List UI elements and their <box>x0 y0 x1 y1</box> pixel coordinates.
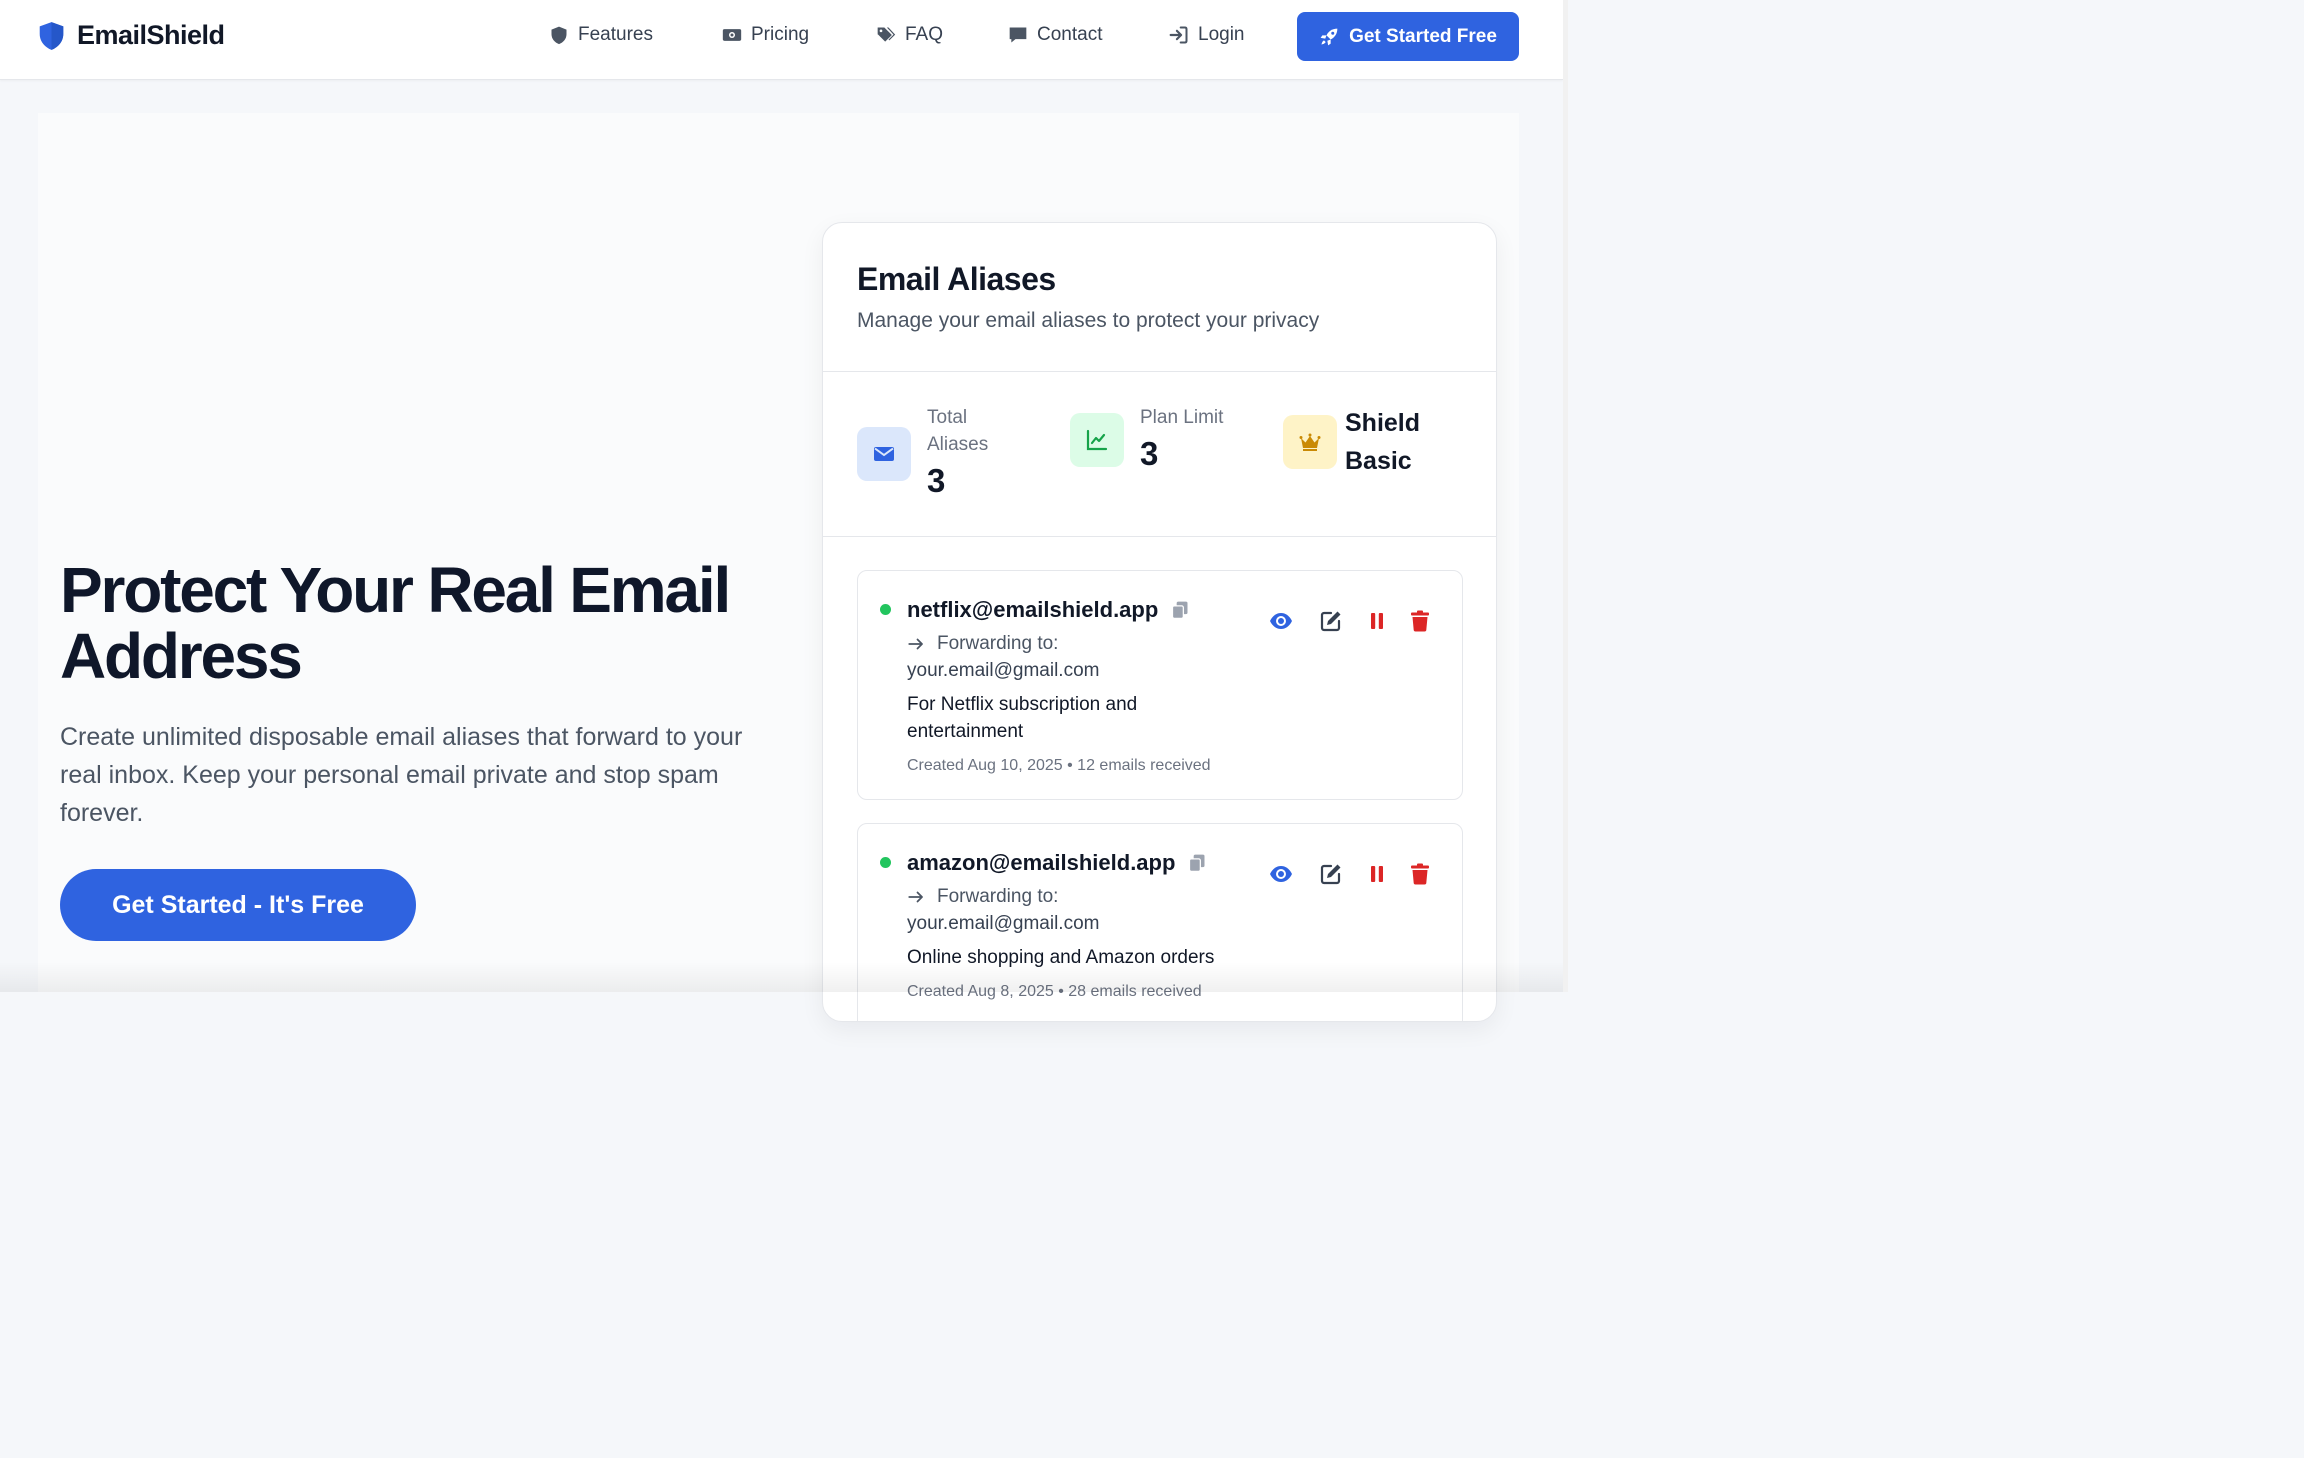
top-navbar: EmailShield Features Pricing FAQ Contact <box>0 0 1563 80</box>
card-subtitle: Manage your email aliases to protect you… <box>857 309 1320 332</box>
stat-total-label: Total Aliases <box>927 407 989 455</box>
hero-subtitle: Create unlimited disposable email aliase… <box>60 723 743 827</box>
alias-actions <box>1268 608 1438 634</box>
pause-button[interactable] <box>1364 608 1390 634</box>
edit-button[interactable] <box>1318 861 1344 887</box>
stat-limit-label: Plan Limit <box>1140 407 1224 428</box>
pause-icon <box>1371 866 1383 882</box>
get-started-free-label: Get Started Free <box>1349 25 1497 47</box>
alias-address-row: netflix@emailshield.app <box>907 597 1190 623</box>
edit-icon <box>1320 864 1341 885</box>
pause-button[interactable] <box>1364 861 1390 887</box>
forwarding-row: Forwarding to: <box>907 886 1058 908</box>
stat-limit-icon-box <box>1070 413 1124 467</box>
alias-meta: Created Aug 10, 2025 • 12 emails receive… <box>907 757 1211 774</box>
delete-button[interactable] <box>1407 861 1433 887</box>
envelope-icon <box>874 447 894 461</box>
forwarding-row: Forwarding to: <box>907 633 1058 655</box>
nav-faq-label: FAQ <box>905 24 944 45</box>
tags-icon <box>877 27 896 42</box>
eye-icon <box>1270 866 1292 882</box>
trash-icon <box>1411 863 1429 885</box>
nav-pricing-link[interactable]: Pricing <box>722 24 809 46</box>
hero-get-started-button[interactable]: Get Started - It's Free <box>60 869 416 941</box>
nav-contact-link[interactable]: Contact <box>1008 24 1102 46</box>
edit-button[interactable] <box>1318 608 1344 634</box>
brand-logo[interactable]: EmailShield <box>38 20 225 51</box>
alias-address: amazon@emailshield.app <box>907 850 1176 875</box>
eye-icon <box>1270 613 1292 629</box>
hero-title: Protect Your Real Email Address <box>60 554 731 692</box>
alias-meta: Created Aug 8, 2025 • 28 emails received <box>907 983 1202 1000</box>
rocket-icon <box>1320 28 1338 45</box>
brand-name: EmailShield <box>77 20 225 50</box>
stat-limit-value: 3 <box>1140 435 1159 472</box>
forwarding-target: your.email@gmail.com <box>907 913 1100 934</box>
shield-icon <box>551 26 567 45</box>
nav-contact-label: Contact <box>1037 24 1103 45</box>
status-dot <box>880 857 891 868</box>
scrollbar-track[interactable] <box>1563 0 1568 992</box>
alias-description: Online shopping and Amazon orders <box>907 947 1215 968</box>
copy-icon[interactable] <box>1187 853 1207 873</box>
stat-total-value: 3 <box>927 462 946 499</box>
alias-actions <box>1268 861 1438 887</box>
view-button[interactable] <box>1268 608 1294 634</box>
shield-icon <box>39 21 64 50</box>
stat-plan-value: Shield Basic <box>1345 409 1421 475</box>
stat-plan-icon-box <box>1283 415 1337 469</box>
nav-login-label: Login <box>1198 24 1245 45</box>
alias-address-row: amazon@emailshield.app <box>907 850 1207 876</box>
arrow-right-icon <box>908 638 923 650</box>
nav-faq-link[interactable]: FAQ <box>876 24 943 46</box>
status-dot <box>880 604 891 615</box>
email-aliases-card: Email Aliases Manage your email aliases … <box>822 222 1497 1022</box>
nav-pricing-label: Pricing <box>751 24 810 45</box>
arrow-right-icon <box>908 891 923 903</box>
alias-description: For Netflix subscription and entertainme… <box>907 694 1138 742</box>
copy-icon[interactable] <box>1170 600 1190 620</box>
sign-in-icon <box>1169 26 1188 44</box>
forwarding-label: Forwarding to: <box>937 886 1059 907</box>
money-bill-icon <box>722 29 742 41</box>
crown-icon <box>1299 433 1321 451</box>
edit-icon <box>1320 611 1341 632</box>
stats-row: Total Aliases 3 Plan Limit 3 Shield Basi… <box>823 372 1496 537</box>
forwarding-target: your.email@gmail.com <box>907 660 1100 681</box>
alias-item[interactable]: amazon@emailshield.app Forwarding to: yo… <box>857 823 1463 1021</box>
comment-icon <box>1009 27 1027 43</box>
view-button[interactable] <box>1268 861 1294 887</box>
get-started-free-button[interactable]: Get Started Free <box>1297 12 1519 61</box>
forwarding-label: Forwarding to: <box>937 633 1059 654</box>
nav-features-label: Features <box>578 24 653 45</box>
stat-total-icon-box <box>857 427 911 481</box>
nav-features-link[interactable]: Features <box>549 24 653 46</box>
nav-login-link[interactable]: Login <box>1169 24 1245 46</box>
card-header: Email Aliases Manage your email aliases … <box>823 223 1496 372</box>
chart-line-icon <box>1086 429 1108 451</box>
trash-icon <box>1411 610 1429 632</box>
alias-item[interactable]: netflix@emailshield.app Forwarding to: y… <box>857 570 1463 800</box>
alias-address: netflix@emailshield.app <box>907 597 1159 622</box>
card-title: Email Aliases <box>857 261 1056 297</box>
delete-button[interactable] <box>1407 608 1433 634</box>
pause-icon <box>1371 613 1383 629</box>
